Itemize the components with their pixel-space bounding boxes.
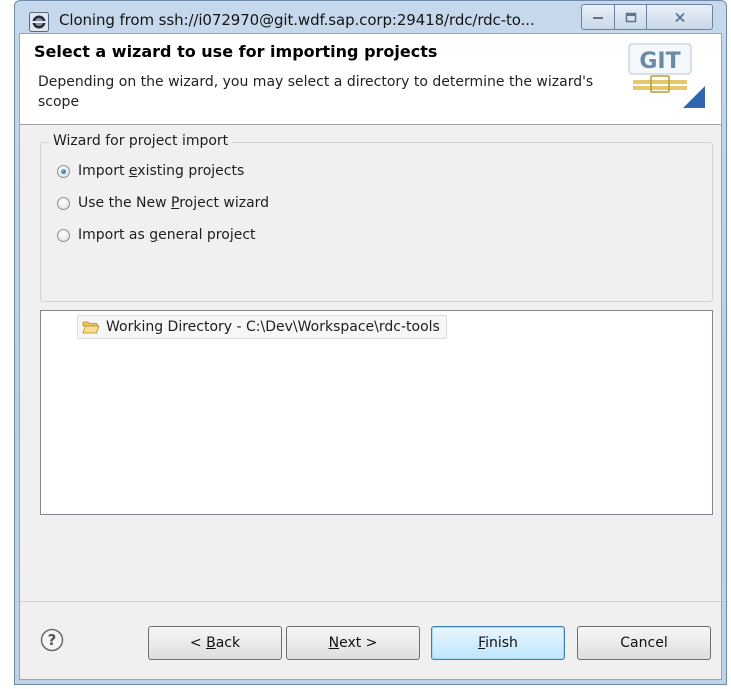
git-logo: GIT — [628, 43, 705, 108]
group-legend: Wizard for project import — [49, 133, 233, 149]
radio-general-project[interactable]: Import as general project — [57, 227, 256, 243]
maximize-icon — [625, 12, 636, 22]
minimize-icon — [593, 17, 603, 19]
tree-item-label: Working Directory - C:\Dev\Workspace\rdc… — [106, 319, 440, 335]
radio-button[interactable] — [57, 164, 70, 178]
cancel-button[interactable]: Cancel — [577, 626, 711, 660]
eclipse-app-icon — [29, 12, 49, 32]
wizard-import-group: Wizard for project import Import existin… — [40, 133, 713, 302]
radio-button[interactable] — [57, 196, 70, 210]
project-tree[interactable]: Working Directory - C:\Dev\Workspace\rdc… — [40, 310, 713, 515]
finish-button[interactable]: Finish — [431, 626, 565, 660]
git-logo-text: GIT — [639, 49, 680, 74]
radio-label: Import as general project — [78, 227, 256, 243]
tree-item-working-directory[interactable]: Working Directory - C:\Dev\Workspace\rdc… — [77, 315, 447, 339]
footer-separator — [20, 601, 721, 602]
dialog-window: Cloning from ssh://i072970@git.wdf.sap.c… — [14, 0, 727, 685]
close-icon — [674, 12, 685, 22]
back-button[interactable]: < Back — [148, 626, 282, 660]
window-title: Cloning from ssh://i072970@git.wdf.sap.c… — [59, 11, 535, 29]
minimize-button[interactable] — [581, 4, 615, 30]
maximize-button[interactable] — [615, 4, 647, 30]
folder-open-icon — [82, 321, 100, 334]
page-description: Depending on the wizard, you may select … — [38, 74, 594, 110]
cancel-button-label: Cancel — [620, 635, 668, 651]
help-icon[interactable]: ? — [40, 628, 64, 652]
page-title: Select a wizard to use for importing pro… — [34, 42, 438, 61]
radio-new-project-wizard[interactable]: Use the New Project wizard — [57, 195, 269, 211]
back-button-label: < Back — [189, 635, 241, 651]
finish-button-label: Finish — [478, 635, 518, 651]
wizard-header: Select a wizard to use for importing pro… — [20, 34, 721, 125]
next-button-label: Next > — [328, 635, 378, 651]
next-button[interactable]: Next > — [286, 626, 420, 660]
radio-button[interactable] — [57, 228, 70, 242]
radio-label: Use the New Project wizard — [78, 195, 270, 211]
svg-text:?: ? — [48, 631, 57, 649]
radio-import-existing[interactable]: Import existing projects — [57, 163, 244, 179]
dialog-client-area: Select a wizard to use for importing pro… — [19, 33, 722, 680]
close-button[interactable] — [647, 4, 713, 30]
radio-label: Import existing projects — [78, 163, 245, 179]
